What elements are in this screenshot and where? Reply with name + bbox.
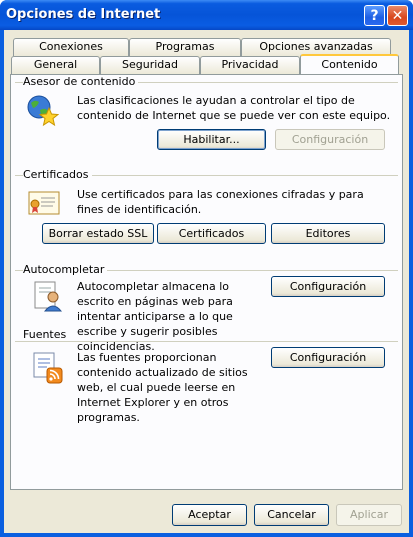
content-advisor-settings-button[interactable]: Configuración [275, 129, 385, 150]
separator [15, 341, 398, 342]
publishers-button[interactable]: Editores [271, 223, 385, 244]
certificates-button[interactable]: Certificados [157, 223, 266, 244]
window-title: Opciones de Internet [6, 7, 161, 22]
dialog-body: Conexiones Programas Opciones avanzadas … [4, 30, 409, 533]
clear-ssl-state-button[interactable]: Borrar estado SSL [42, 223, 154, 244]
enable-content-advisor-button[interactable]: Habilitar... [157, 129, 266, 150]
feeds-heading: Fuentes [23, 328, 70, 341]
feeds-rss-icon [33, 352, 63, 384]
title-bar[interactable]: Opciones de Internet ? ✕ [0, 0, 413, 30]
tab-contenido[interactable]: Contenido [300, 54, 399, 74]
close-button[interactable]: ✕ [387, 5, 408, 26]
autocomplete-description: Autocompletar almacena lo escrito en pág… [77, 280, 233, 353]
feeds-settings-button[interactable]: Configuración [271, 347, 385, 368]
autocomplete-heading: Autocompletar [23, 263, 108, 276]
certificate-icon [28, 191, 60, 215]
content-advisor-heading: Asesor de contenido [23, 75, 139, 88]
tab-general[interactable]: General [11, 56, 100, 74]
tab-privacidad[interactable]: Privacidad [200, 56, 300, 74]
feeds-description: Las fuentes proporcionan contenido actua… [77, 351, 248, 424]
internet-options-window: Opciones de Internet ? ✕ Conexiones Prog… [0, 0, 413, 537]
autocomplete-settings-button[interactable]: Configuración [271, 276, 385, 297]
cancel-button[interactable]: Cancelar [254, 504, 329, 526]
apply-button[interactable]: Aplicar [336, 504, 402, 526]
certificates-description: Use certificados para las conexiones cif… [77, 188, 364, 216]
content-tab-panel: Asesor de contenido Las clasificaciones … [10, 74, 403, 490]
tab-conexiones[interactable]: Conexiones [13, 38, 129, 56]
globe-star-icon [27, 95, 59, 127]
tab-seguridad[interactable]: Seguridad [100, 56, 200, 74]
tab-programas[interactable]: Programas [129, 38, 241, 56]
autocomplete-form-icon [34, 281, 63, 312]
help-button[interactable]: ? [364, 5, 385, 26]
certificates-heading: Certificados [23, 168, 92, 181]
ok-button[interactable]: Aceptar [172, 504, 247, 526]
content-advisor-description: Las clasificaciones le ayudan a controla… [77, 94, 391, 122]
